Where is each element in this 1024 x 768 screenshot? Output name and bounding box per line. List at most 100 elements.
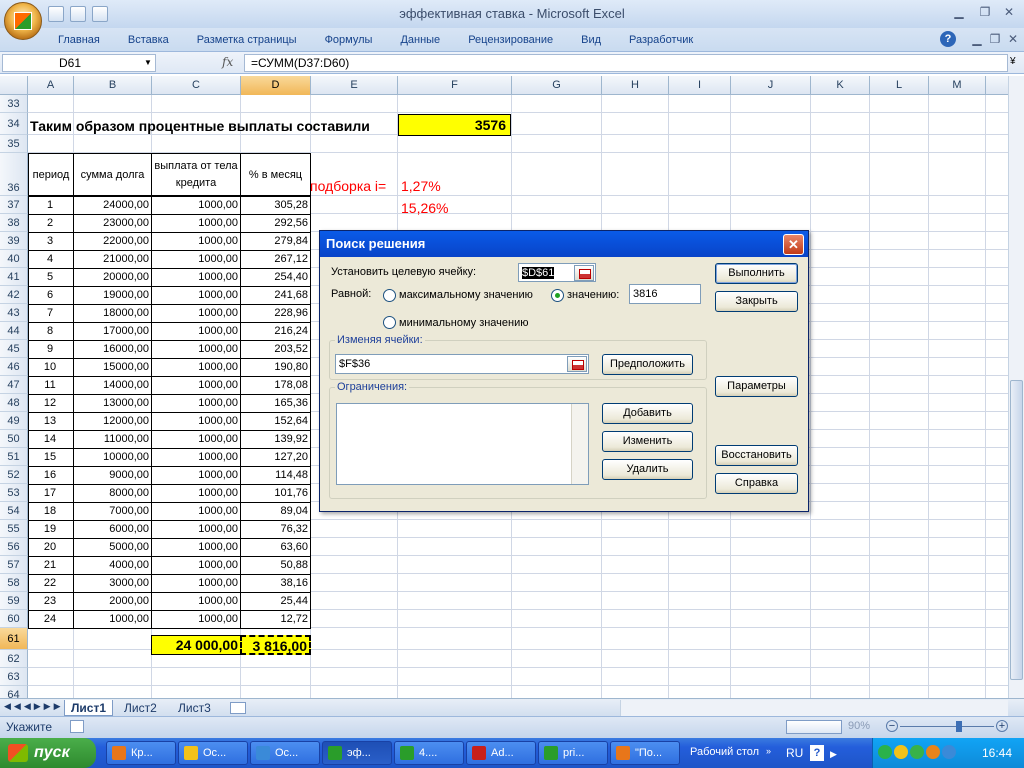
row-header-52[interactable]: 52 — [0, 466, 28, 484]
column-header-a[interactable]: A — [28, 76, 74, 95]
payment-cell[interactable]: 1000,00 — [151, 520, 241, 539]
column-header-e[interactable]: E — [311, 76, 398, 95]
guess-button[interactable]: Предположить — [602, 354, 693, 375]
debt-cell[interactable]: 11000,00 — [73, 430, 152, 449]
add-constraint-button[interactable]: Добавить — [602, 403, 693, 424]
dialog-title[interactable]: Поиск решения — [320, 231, 808, 257]
zoom-slider-thumb[interactable] — [956, 721, 962, 732]
period-cell[interactable]: 4 — [28, 250, 74, 269]
percent-cell[interactable]: 101,76 — [240, 484, 311, 503]
view-mode-icons[interactable] — [786, 720, 842, 734]
row-header-60[interactable]: 60 — [0, 610, 28, 628]
rate-monthly[interactable]: 1,27% — [401, 177, 481, 195]
rate-annual[interactable]: 15,26% — [401, 199, 481, 217]
period-cell[interactable]: 19 — [28, 520, 74, 539]
percent-cell[interactable]: 114,48 — [240, 466, 311, 485]
horizontal-scrollbar[interactable] — [620, 700, 1008, 716]
vertical-scroll-thumb[interactable] — [1010, 380, 1023, 680]
debt-cell[interactable]: 6000,00 — [73, 520, 152, 539]
percent-cell[interactable]: 152,64 — [240, 412, 311, 431]
row-header-54[interactable]: 54 — [0, 502, 28, 520]
debt-cell[interactable]: 24000,00 — [73, 196, 152, 215]
debt-cell[interactable]: 22000,00 — [73, 232, 152, 251]
row-header-34[interactable]: 34 — [0, 113, 28, 135]
percent-cell[interactable]: 127,20 — [240, 448, 311, 467]
column-header-k[interactable]: K — [811, 76, 870, 95]
debt-cell[interactable]: 16000,00 — [73, 340, 152, 359]
payment-cell[interactable]: 1000,00 — [151, 358, 241, 377]
percent-cell[interactable]: 190,80 — [240, 358, 311, 377]
percent-cell[interactable]: 216,24 — [240, 322, 311, 341]
row-header-50[interactable]: 50 — [0, 430, 28, 448]
period-cell[interactable]: 22 — [28, 574, 74, 593]
debt-cell[interactable]: 18000,00 — [73, 304, 152, 323]
row-header-49[interactable]: 49 — [0, 412, 28, 430]
column-header-f[interactable]: F — [398, 76, 512, 95]
delete-constraint-button[interactable]: Удалить — [602, 459, 693, 480]
taskbar-item-8[interactable]: "По... — [610, 741, 680, 765]
percent-cell[interactable]: 279,84 — [240, 232, 311, 251]
row-header-43[interactable]: 43 — [0, 304, 28, 322]
percent-cell[interactable]: 139,92 — [240, 430, 311, 449]
period-cell[interactable]: 11 — [28, 376, 74, 395]
row-header-61[interactable]: 61 — [0, 628, 28, 650]
debt-cell[interactable]: 3000,00 — [73, 574, 152, 593]
period-cell[interactable]: 12 — [28, 394, 74, 413]
payment-cell[interactable]: 1000,00 — [151, 322, 241, 341]
period-cell[interactable]: 8 — [28, 322, 74, 341]
debt-cell[interactable]: 13000,00 — [73, 394, 152, 413]
row-header-56[interactable]: 56 — [0, 538, 28, 556]
select-all-corner[interactable] — [0, 76, 28, 95]
radio-value[interactable] — [551, 289, 564, 302]
percent-cell[interactable]: 25,44 — [240, 592, 311, 611]
payment-cell[interactable]: 1000,00 — [151, 574, 241, 593]
period-cell[interactable]: 24 — [28, 610, 74, 629]
radio-value-label[interactable]: значению: — [567, 289, 619, 301]
column-header-i[interactable]: I — [669, 76, 731, 95]
percent-cell[interactable]: 50,88 — [240, 556, 311, 575]
payment-cell[interactable]: 1000,00 — [151, 232, 241, 251]
debt-cell[interactable]: 4000,00 — [73, 556, 152, 575]
percent-cell[interactable]: 38,16 — [240, 574, 311, 593]
total-percent[interactable]: 3 816,00 — [240, 635, 311, 655]
row-header-39[interactable]: 39 — [0, 232, 28, 250]
lang-chevron-icon[interactable]: ▶ — [830, 749, 837, 760]
desktop-toolbar-label[interactable]: Рабочий стол — [690, 746, 759, 758]
payment-cell[interactable]: 1000,00 — [151, 286, 241, 305]
row-header-44[interactable]: 44 — [0, 322, 28, 340]
payment-cell[interactable]: 1000,00 — [151, 448, 241, 467]
percent-cell[interactable]: 89,04 — [240, 502, 311, 521]
period-cell[interactable]: 17 — [28, 484, 74, 503]
toolbar-chevron-icon[interactable]: » — [766, 746, 771, 756]
period-cell[interactable]: 23 — [28, 592, 74, 611]
period-cell[interactable]: 3 — [28, 232, 74, 251]
tray-network-icon[interactable] — [878, 745, 892, 759]
percent-cell[interactable]: 241,68 — [240, 286, 311, 305]
taskbar-item-2[interactable]: Ос... — [178, 741, 248, 765]
language-indicator[interactable]: RU — [786, 746, 803, 760]
sheet-tab-2[interactable]: Лист2 — [118, 700, 163, 716]
payment-cell[interactable]: 1000,00 — [151, 340, 241, 359]
debt-cell[interactable]: 21000,00 — [73, 250, 152, 269]
debt-cell[interactable]: 7000,00 — [73, 502, 152, 521]
row-header-62[interactable]: 62 — [0, 650, 28, 668]
row-header-57[interactable]: 57 — [0, 556, 28, 574]
row-header-55[interactable]: 55 — [0, 520, 28, 538]
period-cell[interactable]: 21 — [28, 556, 74, 575]
payment-cell[interactable]: 1000,00 — [151, 250, 241, 269]
debt-cell[interactable]: 23000,00 — [73, 214, 152, 233]
help-button[interactable]: Справка — [715, 473, 798, 494]
radio-min[interactable] — [383, 316, 396, 329]
period-cell[interactable]: 13 — [28, 412, 74, 431]
debt-cell[interactable]: 10000,00 — [73, 448, 152, 467]
percent-cell[interactable]: 12,72 — [240, 610, 311, 629]
period-cell[interactable]: 1 — [28, 196, 74, 215]
payment-cell[interactable]: 1000,00 — [151, 196, 241, 215]
total-payment[interactable]: 24 000,00 — [151, 635, 241, 655]
zoom-out-icon[interactable]: − — [886, 720, 898, 732]
collapse-changing-icon[interactable] — [567, 356, 587, 372]
period-cell[interactable]: 2 — [28, 214, 74, 233]
payment-cell[interactable]: 1000,00 — [151, 394, 241, 413]
row-header-37[interactable]: 37 — [0, 196, 28, 214]
period-cell[interactable]: 18 — [28, 502, 74, 521]
